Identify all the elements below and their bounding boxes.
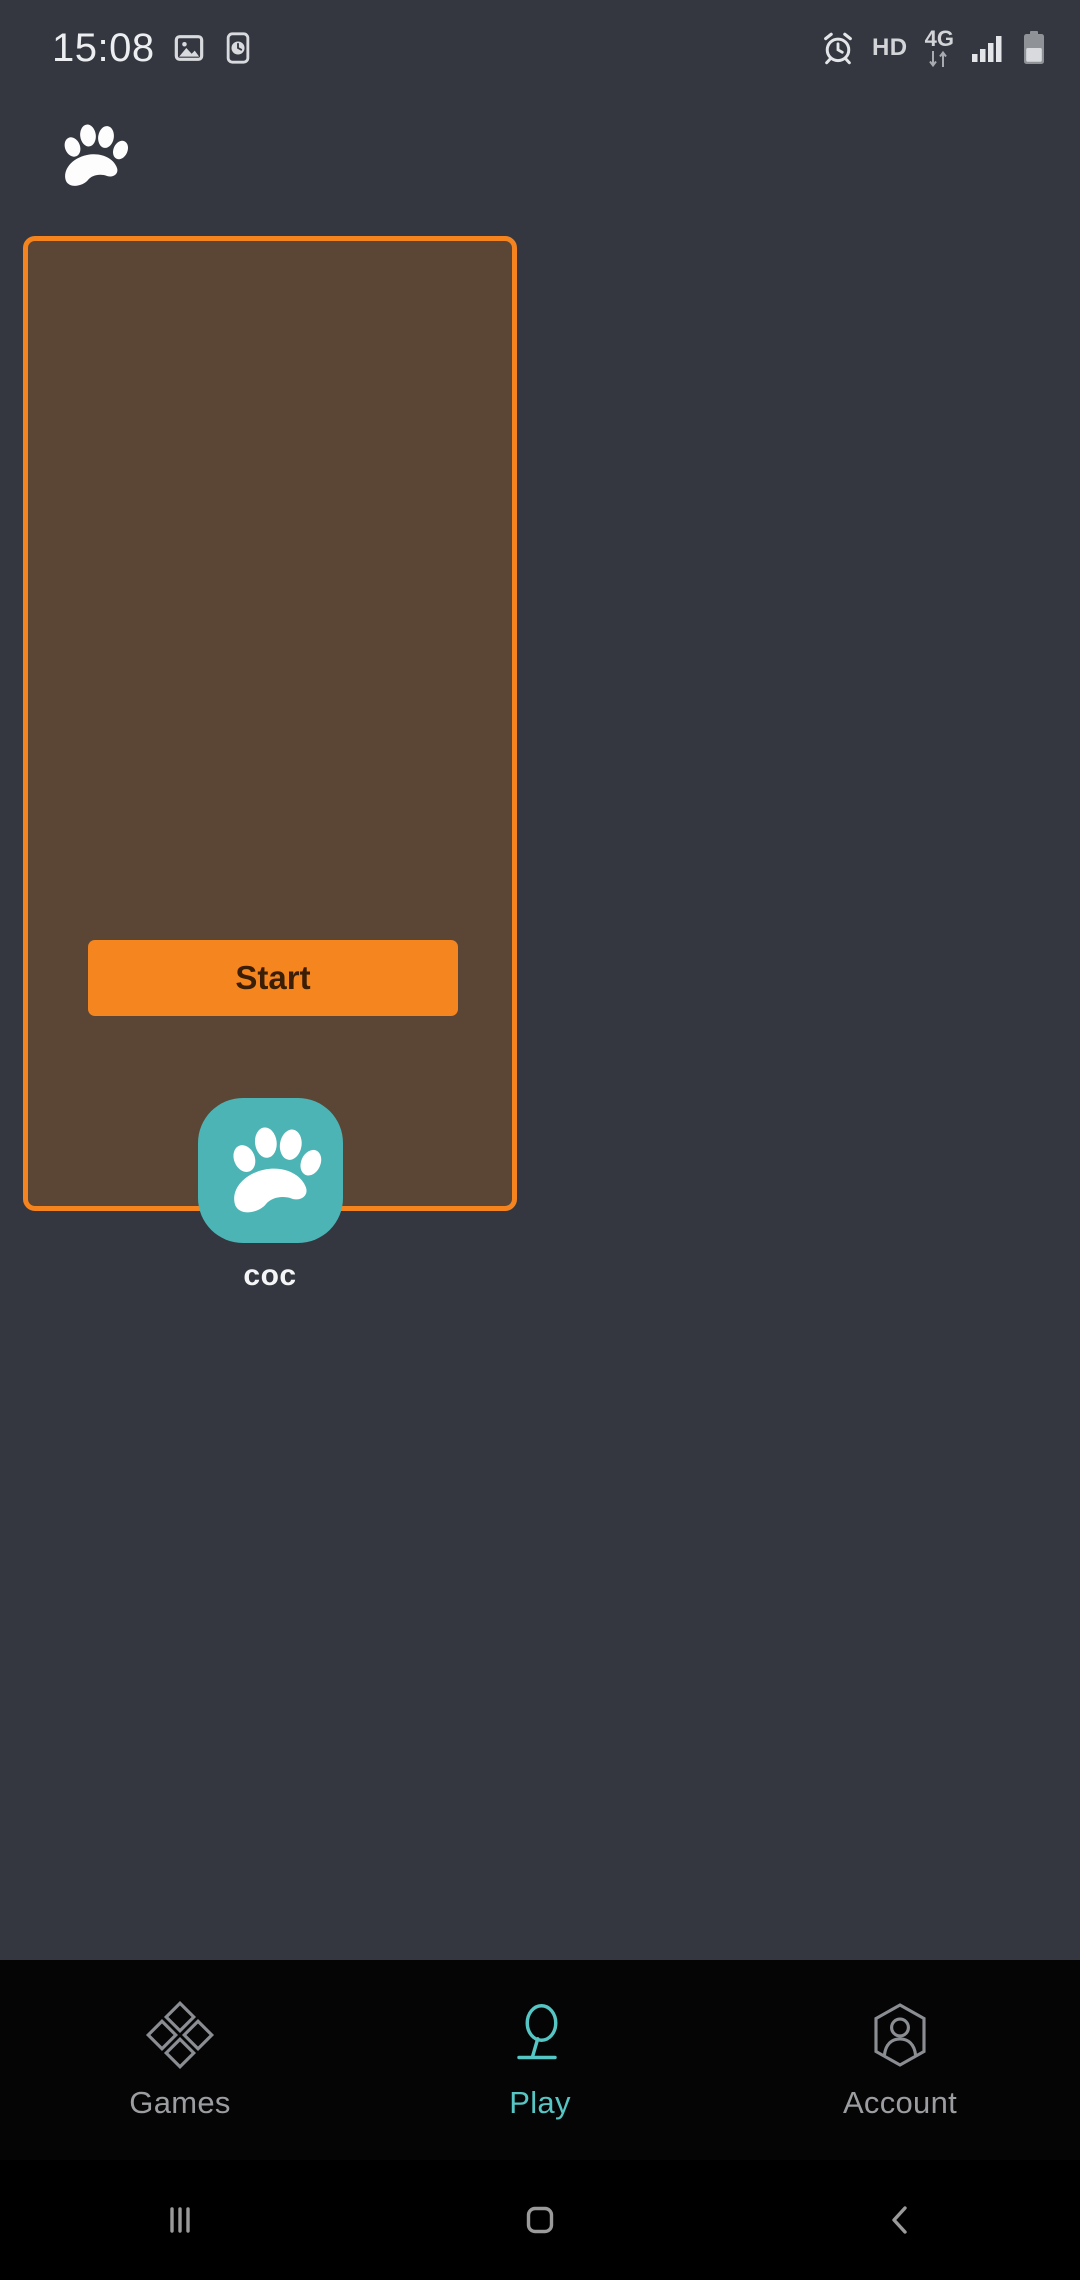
tab-games[interactable]: Games [0,1960,360,2160]
status-bar-right: HD 4G [821,28,1046,68]
back-button[interactable] [720,2197,1080,2243]
paw-app-icon-glyph [233,1126,322,1212]
app-shortcut-label: coc [243,1259,297,1292]
tab-play-label: Play [509,2085,571,2120]
battery-icon [1024,31,1044,64]
network-type-indicator: 4G [925,28,954,68]
game-panel: Start [23,236,517,1211]
hd-label: HD [871,34,908,61]
home-button[interactable] [360,2197,720,2243]
clock-app-icon [226,32,249,64]
rounded-square-icon [526,2206,554,2234]
bottom-tab-bar: Games Play Account [0,1960,1080,2160]
diamonds-icon [145,2000,215,2070]
chevron-left-icon [892,2206,907,2234]
tab-account[interactable]: Account [720,1960,1080,2160]
signal-icon [972,36,1002,62]
alarm-icon [824,32,852,65]
paw-logo-icon [64,124,128,186]
tab-games-label: Games [129,2085,231,2120]
person-hexagon-icon [874,2003,926,2067]
system-navigation-bar [0,2160,1080,2280]
tab-account-label: Account [842,2085,958,2120]
status-bar-left: 15:08 [52,26,253,71]
status-clock: 15:08 [52,25,155,70]
phone-screen: 15:08 HD 4G Start coc Games Play Account [0,0,1080,2280]
recents-button[interactable] [0,2197,360,2243]
three-bars-icon [170,2207,190,2233]
start-button[interactable]: Start [88,940,458,1016]
app-shortcut-coc[interactable]: coc [195,1098,345,1293]
photo-icon [174,35,203,61]
trophy-icon [517,2004,558,2060]
paw-app-icon[interactable] [197,1098,343,1243]
tab-play[interactable]: Play [360,1960,720,2160]
data-transfer-arrows-icon [929,50,948,68]
status-bar: 15:08 HD 4G [0,0,1080,96]
network-generation-label: 4G [924,26,954,51]
